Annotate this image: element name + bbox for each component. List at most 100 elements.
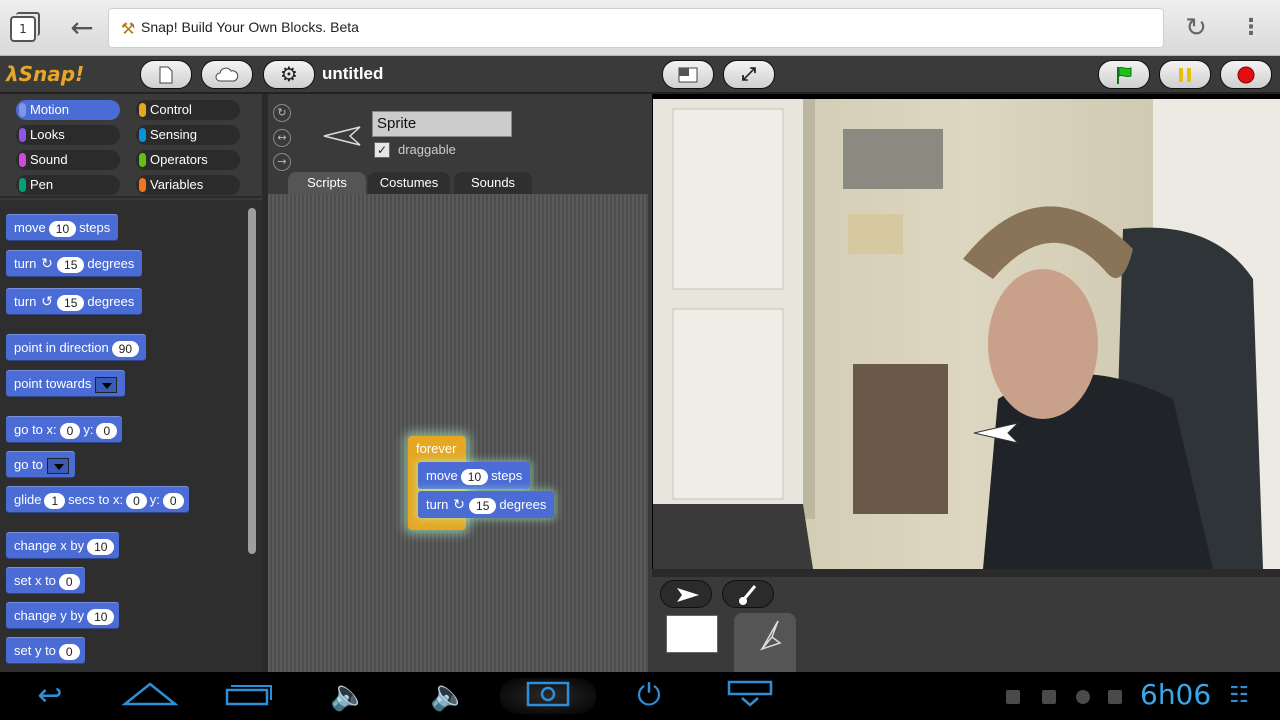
power-icon[interactable]: ⏻: [626, 678, 672, 714]
tab-scripts[interactable]: Scripts: [288, 172, 366, 194]
rotation-style-none-button[interactable]: →: [273, 153, 291, 171]
set-y-block[interactable]: set y to 0: [6, 637, 85, 664]
scripts-canvas[interactable]: forever move 10 steps turn ↻ 15 degrees: [268, 194, 648, 672]
category-control[interactable]: Control: [136, 100, 240, 120]
stage[interactable]: [653, 99, 1280, 569]
move-steps-block[interactable]: move 10 steps: [6, 214, 119, 241]
dropdown-slot[interactable]: [46, 457, 69, 474]
number-slot[interactable]: 15: [469, 497, 497, 514]
sprite-corral: [652, 577, 1280, 672]
x-slot[interactable]: 0: [59, 422, 81, 439]
block-text: turn: [14, 256, 37, 271]
number-slot[interactable]: 0: [58, 573, 80, 590]
stage-thumbnail[interactable]: [666, 615, 718, 653]
category-label: Looks: [30, 127, 65, 142]
camera-shape: [526, 681, 570, 707]
number-slot[interactable]: 10: [87, 538, 115, 555]
category-pen[interactable]: Pen: [16, 175, 120, 195]
looks-color-swatch: [19, 128, 26, 142]
green-flag-button[interactable]: [1098, 60, 1150, 89]
number-slot[interactable]: 15: [57, 294, 85, 311]
address-bar[interactable]: ⚒ Snap! Build Your Own Blocks. Beta: [108, 8, 1164, 48]
file-menu-button[interactable]: [140, 60, 192, 89]
x-slot[interactable]: 0: [126, 492, 147, 509]
block-text: change y by: [14, 608, 85, 623]
sprite-name-field[interactable]: Sprite: [372, 111, 512, 137]
number-slot[interactable]: 10: [48, 220, 77, 237]
script-move-block[interactable]: move 10 steps: [418, 462, 531, 489]
set-x-block[interactable]: set x to 0: [6, 567, 85, 594]
draggable-checkbox[interactable]: ✓: [374, 142, 390, 158]
direction-slot[interactable]: 90: [111, 340, 140, 357]
pause-button[interactable]: [1159, 60, 1211, 89]
camera-status-icon: [1006, 690, 1020, 704]
category-motion[interactable]: Motion: [16, 100, 120, 120]
clock: 6h06: [1140, 678, 1212, 711]
project-title: untitled: [322, 64, 384, 83]
tab-switcher-button[interactable]: 1: [10, 12, 40, 42]
volume-up-icon[interactable]: 🔈+: [418, 678, 480, 720]
palette-scrollbar[interactable]: [248, 208, 256, 554]
operators-color-swatch: [139, 153, 146, 167]
snap-logo[interactable]: λSnap!: [6, 62, 84, 86]
paint-new-sprite-button[interactable]: [722, 580, 774, 608]
settings-button[interactable]: ⚙: [263, 60, 315, 89]
fullscreen-button[interactable]: ⤢: [723, 60, 775, 89]
tab-costumes[interactable]: Costumes: [368, 172, 450, 194]
block-text: y:: [83, 422, 94, 437]
number-slot[interactable]: 10: [460, 468, 489, 485]
category-label: Sound: [30, 152, 68, 167]
block-text: set y to: [14, 643, 56, 658]
secs-slot[interactable]: 1: [44, 492, 66, 509]
sprite-thumbnail[interactable]: [734, 613, 796, 672]
volume-down-icon[interactable]: 🔈−: [318, 678, 380, 720]
cloud-button[interactable]: [201, 60, 253, 89]
point-towards-block[interactable]: point towards: [6, 370, 126, 397]
turn-clockwise-block[interactable]: turn ↻ 15 degrees: [6, 250, 143, 277]
change-y-block[interactable]: change y by 10: [6, 602, 120, 629]
back-arrow-icon[interactable]: ←: [60, 10, 104, 46]
block-palette: Motion Control Looks Sensing Sound Opera…: [0, 94, 268, 672]
y-slot[interactable]: 0: [96, 422, 118, 439]
category-looks[interactable]: Looks: [16, 125, 120, 145]
point-in-direction-block[interactable]: point in direction 90: [6, 334, 147, 361]
block-text: degrees: [87, 256, 135, 271]
back-icon[interactable]: ↩: [22, 678, 78, 714]
tab-sounds[interactable]: Sounds: [454, 172, 532, 194]
sync-status-icon: [1076, 690, 1090, 704]
script-turn-block[interactable]: turn ↻ 15 degrees: [418, 491, 555, 518]
category-sound[interactable]: Sound: [16, 150, 120, 170]
block-text: secs to x:: [68, 492, 124, 507]
y-slot[interactable]: 0: [162, 492, 184, 509]
sprite-arrow-icon: [323, 126, 361, 146]
number-slot[interactable]: 10: [87, 608, 115, 625]
go-to-xy-block[interactable]: go to x: 0 y: 0: [6, 416, 123, 443]
stage-size-button[interactable]: [662, 60, 714, 89]
dropdown-slot[interactable]: [95, 376, 118, 393]
category-sensing[interactable]: Sensing: [136, 125, 240, 145]
overflow-menu-icon[interactable]: ⋮: [1238, 12, 1264, 44]
glide-block[interactable]: glide 1 secs to x: 0 y: 0: [6, 486, 189, 513]
draggable-label: draggable: [398, 142, 456, 157]
screenshot-icon[interactable]: [500, 678, 596, 714]
reload-icon[interactable]: ↻: [1180, 12, 1212, 44]
stop-icon: [1237, 66, 1255, 84]
recent-apps-icon[interactable]: [220, 678, 276, 714]
go-to-block[interactable]: go to: [6, 451, 75, 478]
rotation-style-rotate-button[interactable]: ↻: [273, 104, 291, 122]
pause-icon: [1179, 68, 1191, 82]
change-x-block[interactable]: change x by 10: [6, 532, 120, 559]
home-icon[interactable]: [120, 678, 180, 714]
number-slot[interactable]: 0: [58, 643, 80, 660]
hide-keyboard-icon[interactable]: [722, 678, 778, 714]
stage-divider: [652, 569, 1280, 577]
rotate-clockwise-icon: ↻: [41, 255, 53, 271]
add-turtle-sprite-button[interactable]: [660, 580, 712, 608]
stop-button[interactable]: [1220, 60, 1272, 89]
category-operators[interactable]: Operators: [136, 150, 240, 170]
category-selector: Motion Control Looks Sensing Sound Opera…: [0, 94, 262, 198]
turn-counterclockwise-block[interactable]: turn ↺ 15 degrees: [6, 288, 143, 315]
rotation-style-flip-button[interactable]: ↔: [273, 129, 291, 147]
category-variables[interactable]: Variables: [136, 175, 240, 195]
number-slot[interactable]: 15: [57, 256, 85, 273]
